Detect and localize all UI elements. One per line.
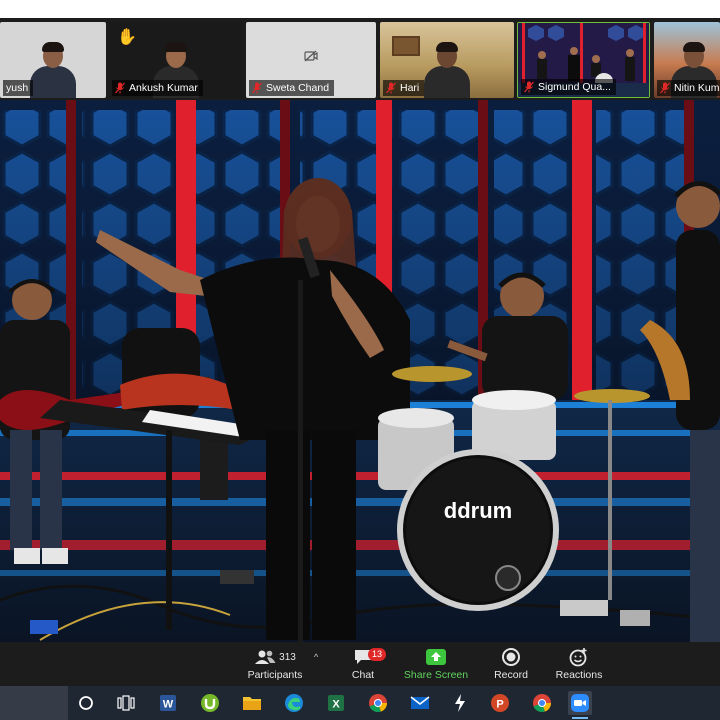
task-view-icon[interactable] <box>114 691 138 715</box>
record-icon <box>502 648 520 666</box>
meeting-toolbar: 313 Participants ^ 13 Chat Share Screen <box>0 642 720 686</box>
top-strip <box>0 0 720 18</box>
participant-name-label: Sweta Chand <box>249 80 335 96</box>
participant-name: Hari <box>400 82 420 94</box>
mail-icon[interactable] <box>408 691 432 715</box>
share-screen-label: Share Screen <box>403 669 469 681</box>
participant-tile-active-speaker[interactable]: Sigmund Qua... <box>517 22 650 98</box>
record-button[interactable]: Record <box>488 646 534 684</box>
participant-video <box>30 42 76 98</box>
participants-label: Participants <box>247 669 303 681</box>
mic-stand <box>298 280 303 642</box>
participant-name: Sweta Chand <box>266 82 330 94</box>
microphone-muted-icon <box>386 82 396 94</box>
microphone-muted-icon <box>115 82 125 94</box>
excel-icon[interactable]: X <box>324 691 348 715</box>
microphone-muted-icon <box>660 82 670 94</box>
participant-name-label: Ankush Kumar <box>112 80 203 96</box>
edge-icon[interactable] <box>282 691 306 715</box>
reactions-icon <box>569 648 587 667</box>
reactions-button[interactable]: Reactions <box>550 646 608 684</box>
record-label: Record <box>494 669 528 681</box>
participant-name: Ankush Kumar <box>129 82 198 94</box>
participant-name: Sigmund Qua... <box>538 81 611 93</box>
windows-taskbar: W X P <box>0 686 720 720</box>
participant-name-label: Nitin Kuma <box>657 80 720 96</box>
participants-button[interactable]: 313 Participants <box>240 646 310 684</box>
reactions-label: Reactions <box>555 669 603 681</box>
main-video-stage[interactable]: ddrum <box>0 100 720 642</box>
band-performance-video: ddrum <box>0 100 720 642</box>
start-area[interactable] <box>0 686 68 720</box>
participant-name-label: yush <box>3 80 34 96</box>
participants-options-caret-icon[interactable]: ^ <box>314 652 318 662</box>
participant-tile[interactable]: Sweta Chand <box>246 22 376 98</box>
participant-video <box>424 42 470 98</box>
share-screen-button[interactable]: Share Screen <box>402 646 470 684</box>
app-lightning-icon[interactable] <box>448 691 472 715</box>
word-icon[interactable]: W <box>156 691 180 715</box>
svg-text:W: W <box>163 699 174 711</box>
share-screen-icon <box>426 649 446 665</box>
search-circle-icon[interactable] <box>74 691 98 715</box>
participant-tile[interactable]: ✋ Ankush Kumar <box>109 22 243 98</box>
participant-name: Nitin Kuma <box>674 82 720 94</box>
zoom-app-icon[interactable] <box>568 691 592 719</box>
video-off-icon <box>304 50 318 62</box>
participant-tile[interactable]: yush <box>0 22 106 98</box>
participants-icon <box>255 650 276 664</box>
svg-text:P: P <box>496 699 503 711</box>
participant-name-label: Sigmund Qua... <box>521 79 616 95</box>
chrome-second-icon[interactable] <box>530 691 554 715</box>
participant-gallery-strip: yush ✋ Ankush Kumar Sweta Chand Hari Sig… <box>0 18 720 100</box>
participants-count: 313 <box>279 651 296 663</box>
zoom-meeting-window: yush ✋ Ankush Kumar Sweta Chand Hari Sig… <box>0 0 720 720</box>
chat-unread-badge: 13 <box>368 648 386 661</box>
powerpoint-icon[interactable]: P <box>488 691 512 715</box>
participant-name: yush <box>6 82 29 94</box>
chat-button[interactable]: 13 Chat <box>340 646 386 684</box>
utorrent-icon[interactable] <box>198 691 222 715</box>
svg-text:X: X <box>332 699 340 711</box>
file-explorer-icon[interactable] <box>240 691 264 715</box>
chrome-icon[interactable] <box>366 691 390 715</box>
participant-name-label: Hari <box>383 80 425 96</box>
drum-brand-logo: ddrum <box>444 498 512 523</box>
raised-hand-icon: ✋ <box>117 29 137 46</box>
chat-label: Chat <box>351 669 375 681</box>
microphone-muted-icon <box>252 82 262 94</box>
wall-frame <box>392 36 420 56</box>
participant-tile[interactable]: Hari <box>380 22 514 98</box>
microphone-muted-icon <box>524 81 534 93</box>
participant-tile[interactable]: Nitin Kuma <box>654 22 720 98</box>
